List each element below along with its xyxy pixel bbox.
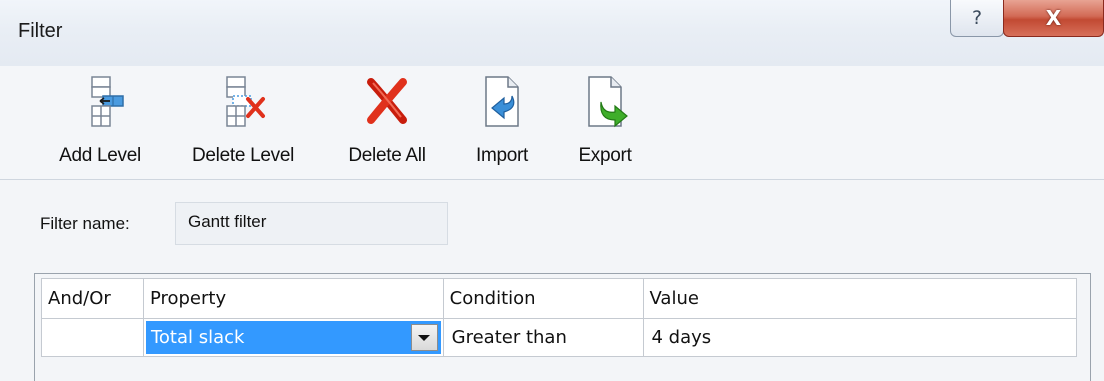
export-label: Export: [578, 145, 632, 166]
add-level-button[interactable]: Add Level: [50, 74, 150, 178]
title-bar: Filter ? X: [0, 0, 1104, 67]
import-icon: [478, 74, 526, 128]
add-level-icon: [76, 74, 124, 128]
close-button[interactable]: X: [1003, 0, 1104, 37]
chevron-down-icon: [418, 334, 431, 341]
column-header-condition[interactable]: Condition: [442, 278, 644, 319]
dropdown-button[interactable]: [410, 324, 438, 351]
delete-level-button[interactable]: Delete Level: [182, 74, 304, 178]
table-row: Total slack Greater than 4 days: [41, 318, 1077, 357]
delete-all-label: Delete All: [348, 145, 426, 166]
export-icon: [581, 74, 629, 128]
column-header-property[interactable]: Property: [142, 278, 444, 319]
window-title: Filter: [18, 20, 63, 42]
add-level-label: Add Level: [59, 145, 141, 166]
and-or-cell[interactable]: [41, 318, 144, 357]
condition-cell[interactable]: Greater than: [442, 318, 644, 357]
filter-grid: And/Or Property Condition Value Total sl…: [41, 278, 1077, 357]
dialog-body: Add Level Delete Level Delete All Import…: [0, 66, 1104, 381]
delete-all-button[interactable]: Delete All: [338, 74, 436, 178]
delete-all-icon: [363, 74, 411, 128]
help-icon: ?: [971, 7, 983, 29]
column-header-value[interactable]: Value: [642, 278, 1077, 319]
grid-header-row: And/Or Property Condition Value: [41, 278, 1077, 319]
property-value: Total slack: [150, 327, 245, 348]
toolbar: Add Level Delete Level Delete All Import…: [0, 66, 1104, 180]
close-icon: X: [1045, 6, 1062, 30]
delete-level-label: Delete Level: [191, 145, 295, 166]
help-button[interactable]: ?: [950, 0, 1004, 37]
property-cell[interactable]: Total slack: [142, 318, 444, 357]
filter-name-input[interactable]: Gantt filter: [175, 202, 448, 245]
import-label: Import: [475, 145, 529, 166]
delete-level-icon: [219, 74, 267, 128]
filter-dialog: Filter ? X Add Level Delete Level Delete…: [0, 0, 1104, 381]
property-dropdown[interactable]: Total slack: [145, 321, 441, 354]
value-cell[interactable]: 4 days: [642, 318, 1077, 357]
export-button[interactable]: Export: [570, 74, 640, 178]
column-header-and-or[interactable]: And/Or: [41, 278, 144, 319]
filter-name-label: Filter name:: [40, 214, 130, 233]
import-button[interactable]: Import: [467, 74, 537, 178]
